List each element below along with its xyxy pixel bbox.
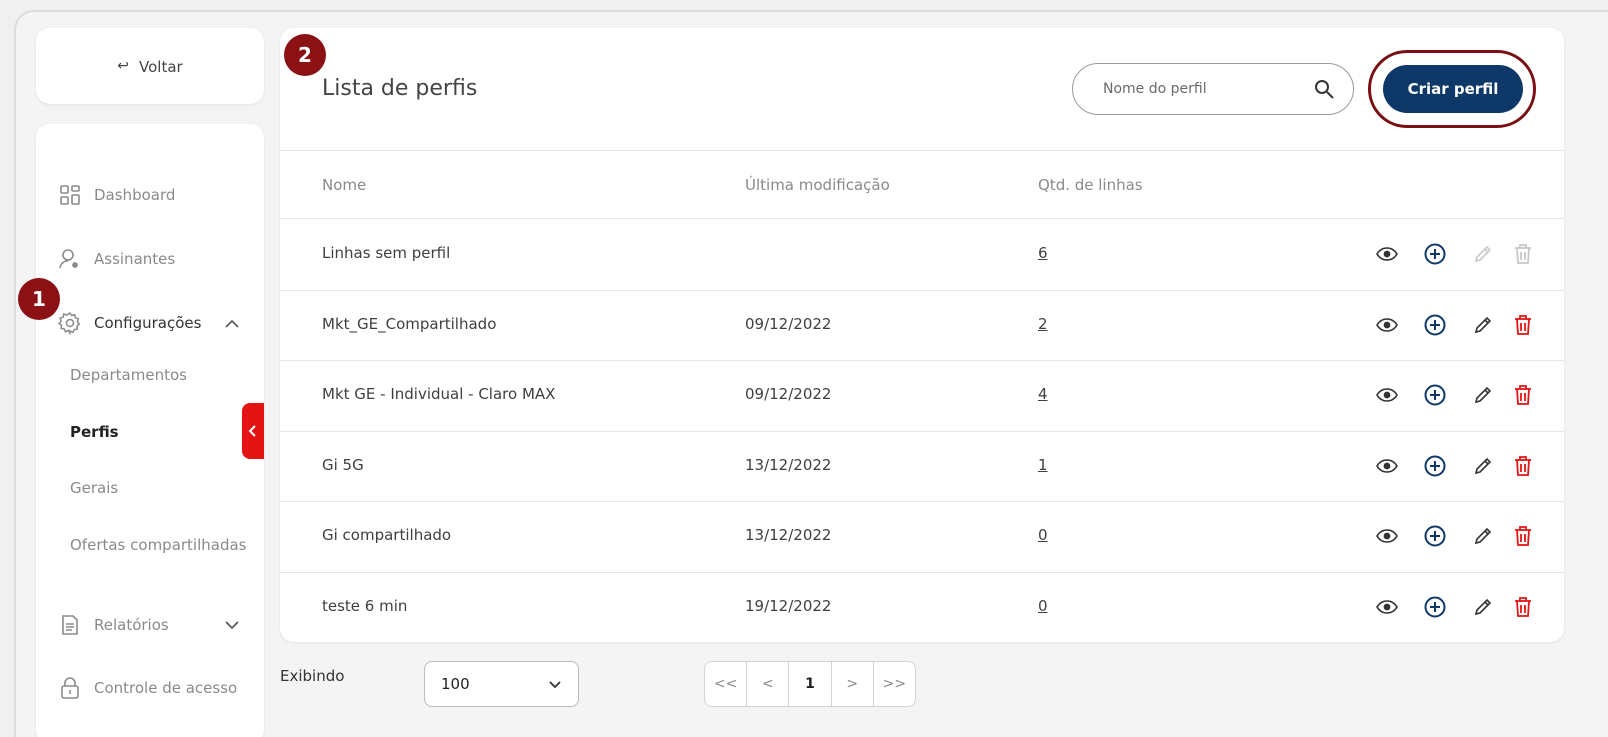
profile-name: Linhas sem perfil: [322, 244, 451, 263]
gear-icon: [58, 311, 82, 335]
search-box[interactable]: [1072, 63, 1354, 115]
edit-pencil-icon: [1470, 241, 1496, 267]
delete-trash-icon[interactable]: [1510, 523, 1536, 549]
showing-label: Exibindo: [280, 667, 345, 685]
profile-name: Gi 5G: [322, 455, 364, 474]
create-profile-button[interactable]: Criar perfil: [1383, 65, 1523, 113]
chevron-left-icon: [248, 425, 256, 437]
sidebar-subitem-gerais[interactable]: Gerais: [70, 479, 118, 497]
delete-trash-icon[interactable]: [1510, 453, 1536, 479]
column-divider: [280, 218, 1564, 219]
profile-modified-date: 09/12/2022: [745, 314, 832, 333]
chevron-up-icon[interactable]: [222, 314, 242, 334]
view-eye-icon[interactable]: [1374, 241, 1400, 267]
add-plus-icon[interactable]: [1422, 594, 1448, 620]
column-header-qtd-linhas: Qtd. de linhas: [1038, 176, 1143, 194]
column-header-nome: Nome: [322, 176, 367, 194]
profile-list-card: [280, 28, 1564, 642]
view-eye-icon[interactable]: [1374, 312, 1400, 338]
sidebar-collapse-button[interactable]: [242, 403, 264, 459]
edit-pencil-icon[interactable]: [1470, 453, 1496, 479]
profile-name: teste 6 min: [322, 596, 408, 615]
profile-line-count-link[interactable]: 0: [1038, 597, 1048, 615]
profile-name: Gi compartilhado: [322, 526, 452, 545]
profile-line-count-link[interactable]: 4: [1038, 385, 1048, 403]
sidebar-item-configuracoes[interactable]: Configurações: [58, 308, 201, 338]
add-plus-icon[interactable]: [1422, 312, 1448, 338]
delete-trash-icon[interactable]: [1510, 312, 1536, 338]
row-divider: [280, 431, 1564, 432]
sidebar-subitem-perfis[interactable]: Perfis: [70, 423, 119, 441]
back-label: Voltar: [139, 58, 183, 76]
row-divider: [280, 572, 1564, 573]
profile-line-count-link[interactable]: 0: [1038, 526, 1048, 544]
view-eye-icon[interactable]: [1374, 382, 1400, 408]
profile-line-count-link[interactable]: 1: [1038, 456, 1048, 474]
step-badge-2: 2: [284, 34, 326, 76]
back-arrow-icon: ↩: [117, 58, 130, 74]
column-header-ultima-modificacao: Última modificação: [745, 176, 890, 194]
sidebar-item-label: Assinantes: [94, 250, 176, 268]
next-page-button[interactable]: >: [832, 662, 874, 706]
profile-modified-date: 13/12/2022: [745, 526, 832, 545]
sidebar-subitem-ofertas-compartilhadas[interactable]: Ofertas compartilhadas: [70, 536, 247, 554]
page-title: Lista de perfis: [322, 76, 478, 101]
sidebar-item-label: Controle de acesso: [94, 679, 238, 697]
page-size-select[interactable]: 100: [424, 661, 579, 707]
sidebar-item-relatorios[interactable]: Relatórios: [58, 610, 169, 640]
chevron-down-icon[interactable]: [222, 615, 242, 635]
profile-name: Mkt GE - Individual - Claro MAX: [322, 385, 556, 404]
prev-page-button[interactable]: <: [747, 662, 790, 706]
view-eye-icon[interactable]: [1374, 523, 1400, 549]
sidebar-item-label: Relatórios: [94, 616, 169, 634]
add-plus-icon[interactable]: [1422, 523, 1448, 549]
delete-trash-icon[interactable]: [1510, 594, 1536, 620]
add-plus-icon[interactable]: [1422, 241, 1448, 267]
row-divider: [280, 290, 1564, 291]
profile-line-count-link[interactable]: 6: [1038, 244, 1048, 262]
profile-name: Mkt_GE_Compartilhado: [322, 314, 497, 333]
step-badge-1: 1: [18, 278, 60, 320]
user-icon: [58, 247, 82, 271]
edit-pencil-icon[interactable]: [1470, 594, 1496, 620]
sidebar-subitem-departamentos[interactable]: Departamentos: [70, 366, 187, 384]
page-size-value: 100: [441, 675, 470, 693]
document-icon: [58, 613, 82, 637]
add-plus-icon[interactable]: [1422, 382, 1448, 408]
profile-modified-date: 13/12/2022: [745, 455, 832, 474]
edit-pencil-icon[interactable]: [1470, 523, 1496, 549]
profile-modified-date: 09/12/2022: [745, 385, 832, 404]
dashboard-icon: [58, 183, 82, 207]
profile-modified-date: 19/12/2022: [745, 596, 832, 615]
view-eye-icon[interactable]: [1374, 453, 1400, 479]
chevron-down-icon: [548, 680, 562, 689]
delete-trash-icon: [1510, 241, 1536, 267]
sidebar-item-controle-de-acesso[interactable]: Controle de acesso: [58, 673, 237, 703]
last-page-button[interactable]: >>: [874, 662, 915, 706]
profile-line-count-link[interactable]: 2: [1038, 315, 1048, 333]
search-icon[interactable]: [1313, 78, 1335, 100]
sidebar-item-dashboard[interactable]: Dashboard: [58, 180, 175, 210]
delete-trash-icon[interactable]: [1510, 382, 1536, 408]
row-divider: [280, 360, 1564, 361]
row-divider: [280, 501, 1564, 502]
sidebar-item-label: Configurações: [94, 314, 202, 332]
add-plus-icon[interactable]: [1422, 453, 1448, 479]
pagination: << < 1 > >>: [704, 661, 916, 707]
current-page[interactable]: 1: [789, 662, 832, 706]
edit-pencil-icon[interactable]: [1470, 382, 1496, 408]
edit-pencil-icon[interactable]: [1470, 312, 1496, 338]
back-button[interactable]: ↩ Voltar: [36, 28, 264, 104]
view-eye-icon[interactable]: [1374, 594, 1400, 620]
header-divider: [280, 150, 1564, 151]
lock-icon: [58, 676, 82, 700]
sidebar-item-assinantes[interactable]: Assinantes: [58, 244, 175, 274]
sidebar-item-label: Dashboard: [94, 186, 176, 204]
first-page-button[interactable]: <<: [705, 662, 748, 706]
search-input[interactable]: [1103, 81, 1303, 97]
